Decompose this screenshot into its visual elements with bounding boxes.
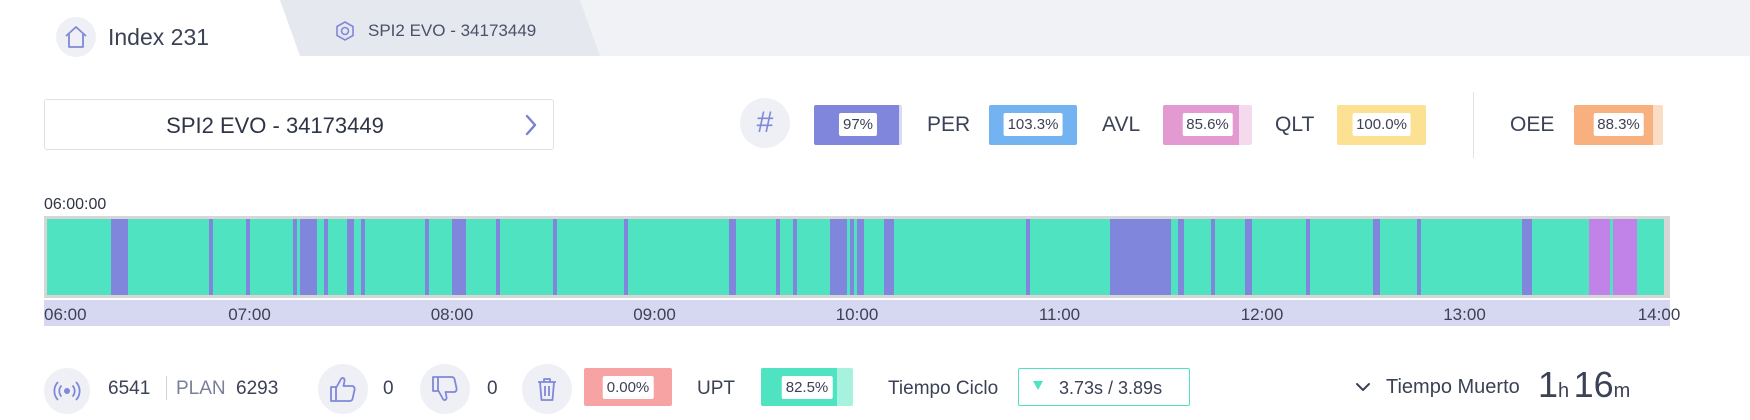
machine-tab-label[interactable]: SPI2 EVO - 34173449: [368, 21, 536, 41]
cycle-time-box: 3.73s / 3.89s: [1018, 368, 1190, 406]
cycle-time-label: Tiempo Ciclo: [888, 378, 999, 399]
timeline-stop-segment[interactable]: [776, 219, 780, 295]
timeline-stop-segment[interactable]: [553, 219, 558, 295]
thumbs-up-icon: [330, 377, 356, 402]
chevron-down-icon[interactable]: [1354, 380, 1372, 394]
timeline-tick-label: 10:00: [835, 305, 879, 324]
timeline-tick-label: 12:00: [1240, 305, 1284, 324]
kpi-label-oee: OEE: [1510, 113, 1555, 136]
good-button[interactable]: [318, 364, 368, 414]
upt-bar: 82.5%: [761, 368, 853, 406]
timeline-tick-label: 06:00: [44, 305, 87, 324]
timeline-tick-label: 14:00: [1637, 305, 1681, 324]
timeline-stop-segment[interactable]: [425, 219, 429, 295]
hash-icon: #: [740, 98, 790, 148]
machine-name: SPI2 EVO - 34173449: [166, 113, 384, 138]
kpi-value: 85.6%: [1182, 113, 1233, 136]
good-count: 0: [383, 378, 394, 399]
timeline-stop-segment[interactable]: [1110, 219, 1171, 295]
scrap-rate-bar: 0.00%: [584, 368, 672, 406]
timeline-stop-segment[interactable]: [293, 219, 298, 295]
timeline-stop-segment[interactable]: [857, 219, 864, 295]
home-button[interactable]: [56, 17, 96, 57]
signal-button[interactable]: [44, 368, 90, 414]
timeline-stop-segment[interactable]: [850, 219, 855, 295]
trash-icon: [538, 378, 556, 401]
timeline-stop-segment[interactable]: [1211, 219, 1216, 295]
timeline-stop-segment[interactable]: [1305, 219, 1310, 295]
per-kpi-bar: 103.3%: [989, 105, 1077, 145]
kpi-value: 88.3%: [1593, 113, 1644, 136]
timeline-stop-segment[interactable]: [246, 219, 251, 295]
timeline-stop-segment[interactable]: [323, 219, 328, 295]
timeline-tick-label: 11:00: [1038, 305, 1081, 324]
timeline-stop-segment[interactable]: [1373, 219, 1381, 295]
timeline-stop-segment[interactable]: [1177, 219, 1185, 295]
timeline-stop-segment[interactable]: [360, 219, 365, 295]
timeline-stop-segment[interactable]: [300, 219, 317, 295]
timeline-stop-segment[interactable]: [111, 219, 128, 295]
qlt-kpi-bar: 100.0%: [1337, 105, 1426, 145]
timeline-stop-segment[interactable]: [209, 219, 213, 295]
machine-selector[interactable]: SPI2 EVO - 34173449: [44, 99, 554, 150]
upt-label: UPT: [697, 378, 735, 399]
timeline-tick-label: 09:00: [633, 305, 676, 324]
tab-strip: Index 231 SPI2 EVO - 34173449: [0, 0, 1750, 57]
kpi-value: 103.3%: [1003, 113, 1063, 136]
oee-kpi-bar: 88.3%: [1574, 105, 1663, 145]
timeline-stop-segment[interactable]: [1245, 219, 1252, 295]
bad-button[interactable]: [420, 364, 470, 414]
kpi-label-per: PER: [927, 113, 971, 136]
count-kpi-bar: 97%: [814, 105, 902, 145]
cycle-time-value: 3.73s / 3.89s: [1059, 378, 1163, 398]
dead-time-value: 1h 16m: [1538, 364, 1630, 406]
timeline-tick-label: 08:00: [430, 305, 474, 324]
kpi-label-avl: AVL: [1102, 113, 1141, 136]
dead-time-hours: 1: [1538, 364, 1559, 405]
home-icon: [65, 26, 87, 48]
avl-kpi-bar: 85.6%: [1163, 105, 1252, 145]
timeline-stop-segment[interactable]: [1417, 219, 1422, 295]
home-tab-title[interactable]: Index 231: [108, 24, 209, 51]
dead-time-label[interactable]: Tiempo Muerto: [1386, 376, 1520, 399]
timeline-stop-segment[interactable]: [1521, 219, 1532, 295]
timeline-stop-segment[interactable]: [452, 219, 466, 295]
scrap-rate-value: 0.00%: [602, 376, 654, 399]
timeline-alt-stop-segment[interactable]: [1613, 219, 1637, 295]
triangle-down-icon: [1033, 381, 1043, 390]
dead-time-hours-unit: h: [1558, 380, 1570, 402]
timeline-stop-segment[interactable]: [1025, 219, 1030, 295]
scrap-button[interactable]: [522, 364, 572, 414]
upt-value: 82.5%: [781, 376, 833, 399]
dead-time-minutes-unit: m: [1613, 380, 1631, 402]
timeline-stop-segment[interactable]: [830, 219, 847, 295]
plan-label: PLAN: [176, 378, 226, 399]
timeline-stop-segment[interactable]: [884, 219, 895, 295]
antenna-icon: [53, 381, 81, 401]
timeline-start-label: 06:00:00: [44, 196, 107, 213]
timeline-tick-label: 07:00: [228, 305, 271, 324]
timeline-stop-segment[interactable]: [792, 219, 797, 295]
kpi-divider: [1473, 92, 1474, 158]
timeline-stop-segment[interactable]: [495, 219, 500, 295]
timeline-alt-stop-segment[interactable]: [1589, 219, 1610, 295]
bad-count: 0: [487, 378, 498, 399]
kpi-label-qlt: QLT: [1275, 113, 1315, 136]
timeline-stop-segment[interactable]: [728, 219, 736, 295]
kpi-value: 100.0%: [1352, 113, 1411, 136]
timeline-tick-label: 13:00: [1443, 305, 1486, 324]
plan-value: 6293: [236, 378, 279, 399]
hexagon-nut-icon: [336, 21, 354, 41]
timeline-stop-segment[interactable]: [624, 219, 629, 295]
dashboard-root: Index 231 SPI2 EVO - 34173449 SPI2 EVO -…: [0, 0, 1750, 420]
production-timeline[interactable]: [44, 216, 1670, 298]
timeline-stop-segment[interactable]: [347, 219, 355, 295]
kpi-value: 97%: [838, 113, 878, 136]
plan-separator: [166, 376, 167, 400]
thumbs-down-icon: [432, 376, 458, 401]
dead-time-minutes: 16: [1573, 364, 1614, 405]
timeline-track: [47, 219, 1664, 295]
produced-count: 6541: [108, 378, 151, 399]
chevron-right-icon[interactable]: [521, 112, 541, 138]
